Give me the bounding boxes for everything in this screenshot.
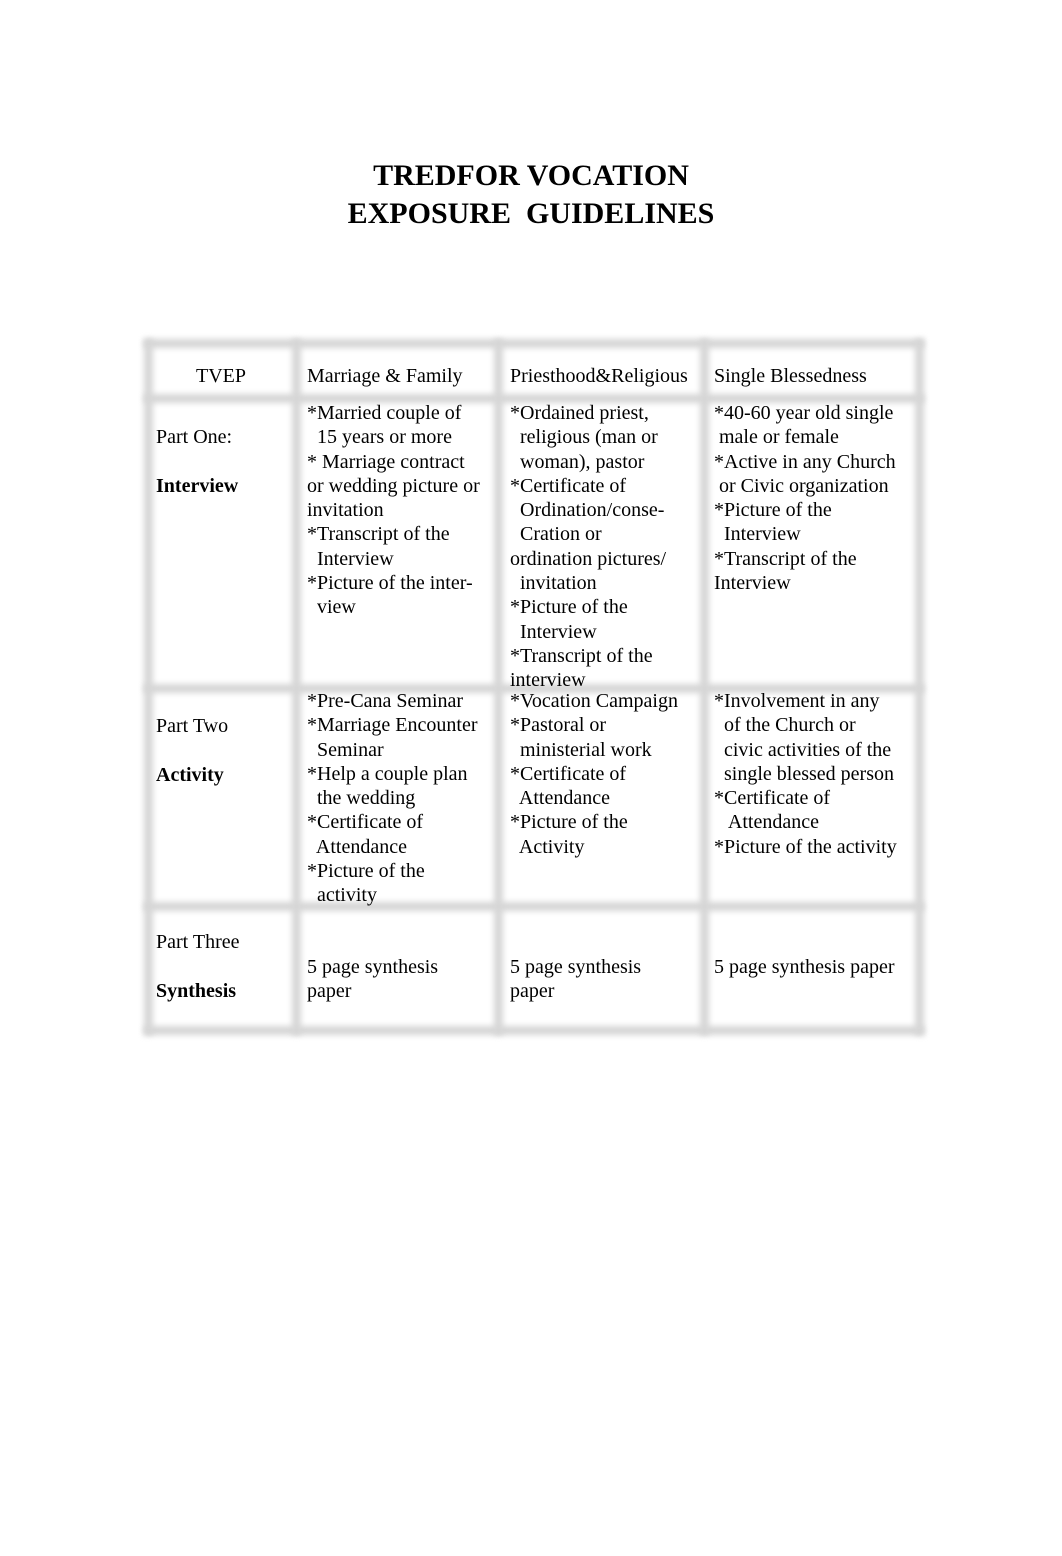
table-border-col1 (292, 339, 301, 1035)
header-marriage-family: Marriage & Family (307, 365, 463, 387)
cell-activity-single: *Involvement in any of the Church or civ… (714, 689, 897, 859)
cell-line: Interview (714, 523, 801, 546)
cell-line: *Ordained priest, (510, 402, 649, 424)
cell-line: invitation (307, 499, 384, 522)
cell-line: activity (307, 884, 377, 907)
cell-line: ordination pictures/ (510, 547, 667, 570)
cell-line: the wedding (307, 787, 416, 810)
cell-line: *Transcript of the (510, 644, 653, 667)
cell-line: *Picture of the (510, 811, 628, 834)
cell-line: male or female (714, 426, 839, 449)
header-priesthood-religious: Priesthood&Religious (510, 365, 688, 387)
cell-line: Seminar (307, 738, 384, 761)
cell-line: 15 years or more (307, 426, 452, 449)
cell-line: Cration or (510, 523, 602, 546)
header-single-blessedness: Single Blessedness (714, 365, 867, 387)
cell-line: *Certificate of (307, 811, 424, 834)
cell-line: *Marriage Encounter (307, 714, 478, 737)
cell-line: *Married couple of (307, 402, 462, 424)
cell-line: single blessed person (714, 762, 894, 785)
cell-line: Attendance (714, 811, 819, 834)
table-border-top (144, 339, 924, 348)
cell-line: *Transcript of the (307, 523, 450, 546)
cell-line: Attendance (510, 787, 610, 810)
cell-line: *Help a couple plan (307, 762, 468, 785)
cell-activity-marriage: *Pre-Cana Seminar *Marriage Encounter Sem… (307, 689, 477, 908)
cell-line: *Picture of the (307, 860, 425, 883)
header-tvep: TVEP (196, 365, 246, 387)
cell-line: Interview (510, 620, 597, 643)
row-part-name: Synthesis (156, 980, 237, 1002)
cell-line: or Civic organization (714, 474, 889, 497)
cell-line: *Active in any Church (714, 450, 896, 473)
cell-line: Interview (307, 547, 394, 570)
cell-line: *Picture of the activity (714, 835, 897, 858)
cell-interview-priesthood: *Ordained priest, religious (man or woma… (510, 401, 666, 693)
cell-line: *Certificate of (510, 474, 627, 497)
cell-line: *Transcript of the (714, 547, 857, 570)
cell-line: Interview (714, 572, 791, 595)
table-border-col3 (700, 339, 709, 1035)
cell-line: *40-60 year old single (714, 402, 894, 424)
cell-line: view (307, 596, 356, 619)
cell-line: 5 page synthesis (510, 956, 642, 978)
cell-line: * Marriage contract (307, 450, 465, 473)
row-part-label: Part Three (156, 931, 240, 953)
cell-line: *Certificate of (714, 787, 831, 810)
cell-line: Ordination/conse- (510, 499, 665, 522)
page-title: TREDFOR VOCATION EXPOSURE GUIDELINES (0, 157, 1062, 233)
cell-line: or wedding picture or (307, 474, 480, 497)
table-border-left (144, 339, 153, 1035)
table-border-row2 (144, 902, 924, 911)
cell-line: paper (307, 980, 352, 1003)
row-part-name: Activity (156, 764, 224, 786)
cell-interview-single: *40-60 year old single male or female *Ac… (714, 401, 896, 595)
cell-line: 5 page synthesis paper (714, 956, 895, 978)
row-part-label: Part Two (156, 715, 229, 737)
table-border-bottom (144, 1026, 924, 1035)
cell-line: civic activities of the (714, 738, 892, 761)
cell-activity-priesthood: *Vocation Campaign *Pastoral or ministeri… (510, 689, 678, 859)
cell-line: *Involvement in any (714, 690, 880, 712)
table-border-right (915, 339, 924, 1035)
cell-synthesis-marriage: 5 page synthesis paper (307, 955, 438, 1004)
cell-line: woman), pastor (510, 450, 645, 473)
row-part-name: Interview (156, 475, 239, 497)
cell-line: *Pre-Cana Seminar (307, 690, 464, 712)
cell-line: religious (man or (510, 426, 658, 449)
cell-line: of the Church or (714, 714, 856, 737)
cell-line: ministerial work (510, 738, 652, 761)
cell-line: *Vocation Campaign (510, 690, 678, 712)
cell-line: *Pastoral or (510, 714, 607, 737)
guidelines-table: TVEP Marriage & Family Priesthood&Religi… (144, 339, 924, 1035)
cell-interview-marriage: *Married couple of 15 years or more * Mar… (307, 401, 480, 620)
cell-synthesis-single: 5 page synthesis paper (714, 955, 895, 979)
cell-line: *Picture of the (510, 596, 628, 619)
cell-line: *Picture of the (714, 499, 832, 522)
title-line-2: EXPOSURE GUIDELINES (347, 197, 715, 230)
cell-line: 5 page synthesis (307, 956, 439, 978)
cell-line: Activity (510, 835, 585, 858)
row-part-label: Part One: (156, 426, 233, 448)
cell-line: *Certificate of (510, 762, 627, 785)
cell-line: invitation (510, 572, 597, 595)
cell-line: Attendance (307, 835, 407, 858)
cell-line: paper (510, 980, 555, 1003)
cell-line: *Picture of the inter- (307, 572, 473, 595)
cell-synthesis-priesthood: 5 page synthesis paper (510, 955, 641, 1004)
title-line-1: TREDFOR VOCATION (373, 159, 689, 192)
table-border-col2 (494, 339, 503, 1035)
